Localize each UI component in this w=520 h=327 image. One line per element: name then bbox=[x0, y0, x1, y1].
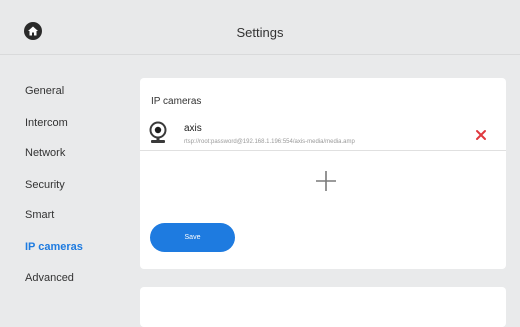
secondary-card bbox=[140, 287, 506, 327]
close-icon bbox=[476, 130, 486, 140]
save-button[interactable]: Save bbox=[150, 223, 235, 252]
sidebar-item-advanced[interactable]: Advanced bbox=[25, 272, 74, 284]
sidebar: General Intercom Network Security Smart … bbox=[0, 55, 140, 308]
sidebar-item-intercom[interactable]: Intercom bbox=[25, 117, 68, 129]
save-button-label: Save bbox=[184, 234, 201, 241]
sidebar-item-smart[interactable]: Smart bbox=[25, 209, 54, 221]
section-title: IP cameras bbox=[151, 96, 202, 107]
sidebar-item-security[interactable]: Security bbox=[25, 179, 65, 191]
sidebar-item-general[interactable]: General bbox=[25, 85, 64, 97]
camera-name: axis bbox=[184, 123, 202, 134]
top-bar: Settings bbox=[0, 0, 520, 55]
camera-icon bbox=[149, 121, 167, 143]
sidebar-item-network[interactable]: Network bbox=[25, 147, 65, 159]
ip-cameras-card: IP cameras axis rtsp://root:password@192… bbox=[140, 78, 506, 269]
camera-list-item[interactable]: axis rtsp://root:password@192.168.1.196:… bbox=[140, 114, 506, 151]
plus-icon bbox=[316, 171, 336, 191]
page-title: Settings bbox=[236, 25, 284, 40]
delete-camera-button[interactable] bbox=[474, 128, 488, 142]
add-camera-button[interactable] bbox=[314, 169, 338, 193]
camera-url: rtsp://root:password@192.168.1.196:554/a… bbox=[184, 139, 355, 145]
sidebar-item-ip-cameras[interactable]: IP cameras bbox=[25, 241, 83, 253]
